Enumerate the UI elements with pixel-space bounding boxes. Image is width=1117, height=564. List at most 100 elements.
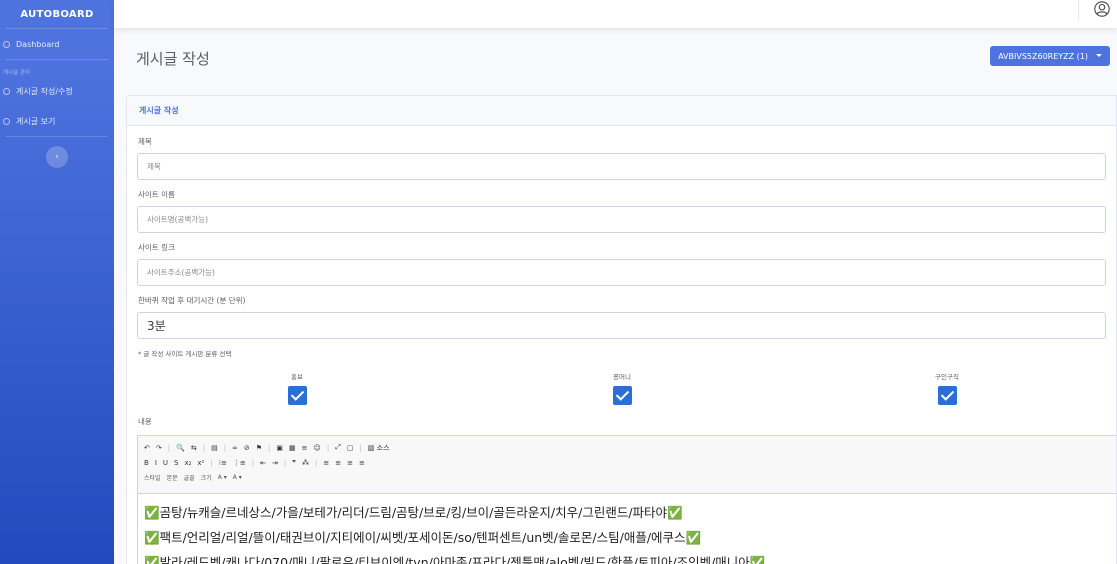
toolbar-button[interactable]: ⁝≡ xyxy=(219,459,227,467)
brand-logo[interactable]: AUTOBOARD xyxy=(0,0,114,28)
toolbar-button[interactable]: ▢ xyxy=(347,444,354,452)
category-checkbox[interactable] xyxy=(937,386,957,405)
toolbar-button[interactable]: ❞ xyxy=(292,459,296,467)
sidebar-divider xyxy=(6,136,108,137)
title-input[interactable] xyxy=(137,153,1106,180)
category-free-money: 꽁머니 xyxy=(602,371,642,405)
toolbar-button[interactable]: ≡ xyxy=(359,459,365,467)
toolbar-button[interactable]: ▣ xyxy=(276,444,283,452)
toolbar-button[interactable]: ▤ xyxy=(211,444,218,452)
sidebar-item-dashboard[interactable]: Dashboard xyxy=(0,29,114,59)
rich-text-editor: ↶ ↷ | 🔍 ⇆ | ▤ | ∞ ⊘ ⚑ | ▣ ▦ ≡ ☺ | ⤢ ▢ | ▧ 소스 B I U Sx₂ x² | ⁝≡ ⋮≡ | ⇤… xyxy=(137,435,1116,564)
caret-down-icon xyxy=(1096,54,1102,57)
site-link-label: 사이트 링크 xyxy=(138,243,175,252)
site-link-input[interactable] xyxy=(137,259,1106,286)
category-checkbox[interactable] xyxy=(612,386,632,405)
toolbar-button[interactable]: 본문 xyxy=(167,473,178,482)
toolbar-button[interactable]: S xyxy=(174,459,178,467)
sidebar: AUTOBOARD Dashboard 게시글 관리 게시글 작성/수정 게시글… xyxy=(0,0,114,564)
toolbar-separator: | xyxy=(210,458,213,467)
editor-line: ✅발라/레드벳/캐나다/070/매니/팔로우/티브이엔/tvn/아마존/프라다/… xyxy=(144,555,766,564)
toolbar-button[interactable]: ≡ xyxy=(335,459,341,467)
toolbar-button[interactable]: ⚑ xyxy=(256,444,262,452)
category-jobs: 구인구직 xyxy=(927,371,967,405)
toolbar-button[interactable]: ☺ xyxy=(314,444,321,452)
toolbar-row: 스타일 본문 글꼴 크기 A ▾ A ▾ xyxy=(144,470,1110,485)
list-icon xyxy=(3,117,10,125)
toolbar-separator: | xyxy=(283,458,287,467)
sidebar-item-write[interactable]: 게시글 작성/수정 xyxy=(0,76,114,106)
editor-line: ✅곰탕/뉴캐슬/르네상스/가을/보테가/리더/드림/곰탕/브로/킹/브이/골든라… xyxy=(144,505,683,520)
sidebar-item-view[interactable]: 게시글 보기 xyxy=(0,106,114,136)
wait-time-label: 한바퀴 작업 후 대기시간 (분 단위) xyxy=(138,296,246,305)
category-label: 홍보 xyxy=(291,373,303,381)
toolbar-button[interactable]: ⤢ xyxy=(335,443,341,452)
toolbar-button[interactable]: ∞ xyxy=(232,444,238,452)
title-label: 제목 xyxy=(138,137,152,146)
toolbar-button[interactable]: x₂ xyxy=(184,459,191,467)
sidebar-item-label: 게시글 보기 xyxy=(16,116,56,126)
sidebar-item-label: Dashboard xyxy=(16,39,60,49)
card-header: 게시글 작성 xyxy=(127,96,1116,126)
toolbar-button[interactable]: 글꼴 xyxy=(184,473,195,482)
editor-toolbar: ↶ ↷ | 🔍 ⇆ | ▤ | ∞ ⊘ ⚑ | ▣ ▦ ≡ ☺ | ⤢ ▢ | ▧ 소스 B I U Sx₂ x² | ⁝≡ ⋮≡ | ⇤… xyxy=(138,436,1116,494)
category-checkbox[interactable] xyxy=(287,386,307,405)
site-name-label: 사이트 이름 xyxy=(138,190,175,199)
toolbar-button[interactable]: ⇤ xyxy=(260,459,266,467)
toolbar-separator: | xyxy=(359,443,362,452)
user-circle-icon[interactable] xyxy=(1093,0,1111,18)
sidebar-toggle-button[interactable]: ‹ xyxy=(46,146,68,168)
toolbar-button[interactable]: ≡ xyxy=(347,459,353,467)
toolbar-button[interactable]: ≡ xyxy=(302,444,308,452)
account-dropdown-button[interactable]: AVBIVS5Z60REYZZ (1) xyxy=(990,46,1110,66)
topbar-divider xyxy=(1078,0,1079,20)
content-label: 내용 xyxy=(138,417,152,426)
toolbar-button[interactable]: ▦ xyxy=(289,444,296,452)
main-content: 게시글 작성 AVBIVS5Z60REYZZ (1) 게시글 작성 제목 사이트… xyxy=(114,28,1117,564)
toolbar-button[interactable]: ≡ xyxy=(323,459,329,467)
toolbar-separator: | xyxy=(268,443,271,452)
toolbar-button[interactable]: ↷ xyxy=(156,444,162,452)
toolbar-separator: | xyxy=(251,458,255,467)
dashboard-icon xyxy=(3,40,10,48)
sidebar-heading: 게시글 관리 xyxy=(3,70,31,76)
toolbar-separator: | xyxy=(167,443,171,452)
write-icon xyxy=(3,87,10,95)
editor-line: ✅팩트/언리얼/리얼/뜰이/태권브이/지티에이/씨벳/포세이돈/so/텐퍼센트/… xyxy=(144,530,702,545)
category-label: 꽁머니 xyxy=(613,373,631,381)
account-label: AVBIVS5Z60REYZZ (1) xyxy=(998,51,1088,61)
category-label: 구인구직 xyxy=(935,373,959,381)
toolbar-button[interactable]: A ▾ xyxy=(233,474,242,481)
toolbar-button[interactable]: ⊘ xyxy=(244,444,250,452)
toolbar-button[interactable]: I xyxy=(155,459,157,467)
toolbar-separator: | xyxy=(223,443,227,452)
sidebar-item-label: 게시글 작성/수정 xyxy=(16,86,73,96)
toolbar-button[interactable]: ↶ xyxy=(144,444,150,452)
toolbar-button[interactable]: 스타일 xyxy=(144,473,161,482)
editor-body[interactable]: ✅곰탕/뉴캐슬/르네상스/가을/보테가/리더/드림/곰탕/브로/킹/브이/골든라… xyxy=(138,494,1116,564)
wait-time-input[interactable] xyxy=(137,312,1106,339)
toolbar-button[interactable]: ⋮≡ xyxy=(233,459,246,467)
chevron-left-icon: ‹ xyxy=(55,152,59,162)
toolbar-separator: | xyxy=(202,443,206,452)
toolbar-button[interactable]: x² xyxy=(197,459,204,467)
toolbar-button[interactable]: ▧ 소스 xyxy=(368,443,390,453)
toolbar-separator: | xyxy=(326,443,330,452)
toolbar-button[interactable]: 🔍 xyxy=(176,444,185,452)
category-label: * 글 작성 사이트 게시판 분류 선택 xyxy=(138,350,232,358)
toolbar-button[interactable]: ⁂ xyxy=(302,459,309,467)
category-promo: 홍보 xyxy=(277,371,317,405)
site-name-input[interactable] xyxy=(137,206,1106,233)
toolbar-button[interactable]: U xyxy=(163,459,168,467)
toolbar-button[interactable]: ⇥ xyxy=(272,459,278,467)
toolbar-button[interactable]: B xyxy=(144,459,149,467)
toolbar-separator: | xyxy=(314,458,318,467)
toolbar-button[interactable]: ⇆ xyxy=(191,444,197,452)
topbar xyxy=(114,0,1117,28)
toolbar-row: B I U Sx₂ x² | ⁝≡ ⋮≡ | ⇤ ⇥ | ❞ ⁂ | ≡ ≡ ≡ ≡ xyxy=(144,455,1110,470)
toolbar-row: ↶ ↷ | 🔍 ⇆ | ▤ | ∞ ⊘ ⚑ | ▣ ▦ ≡ ☺ | ⤢ ▢ | ▧ 소스 xyxy=(144,440,1110,455)
toolbar-button[interactable]: 크기 xyxy=(201,473,212,482)
toolbar-button[interactable]: A ▾ xyxy=(218,474,227,481)
page-title: 게시글 작성 xyxy=(136,50,210,68)
post-form-card: 게시글 작성 제목 사이트 이름 사이트 링크 한바퀴 작업 후 대기시간 (분… xyxy=(126,95,1117,564)
